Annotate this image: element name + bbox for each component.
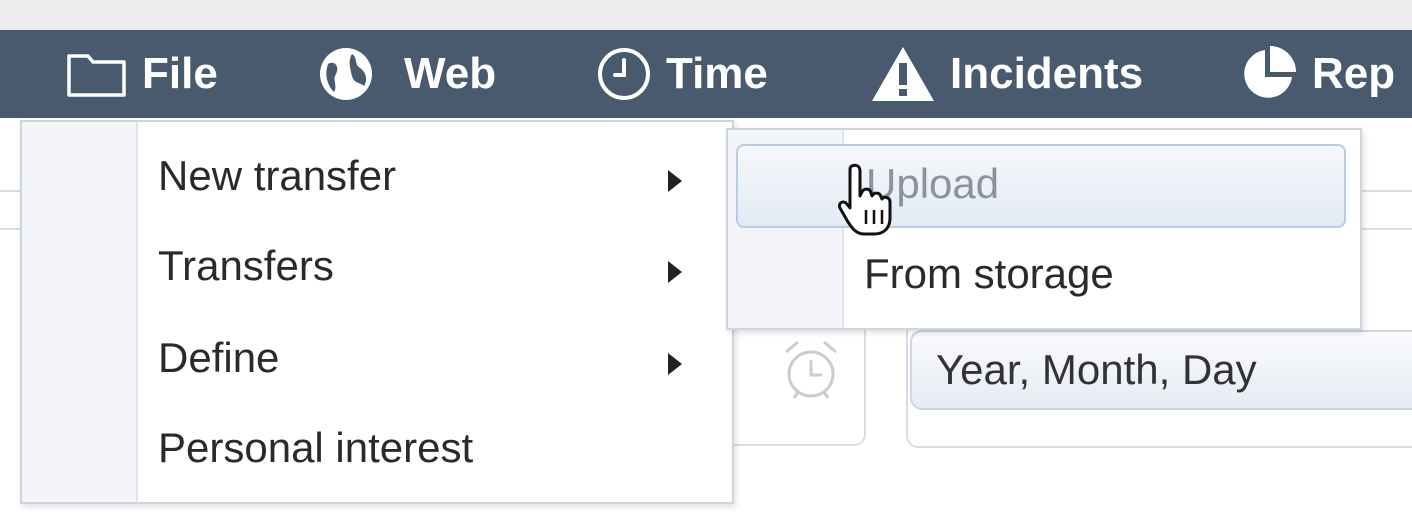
menu-web-label: Web [404,49,497,98]
submenu-arrow-icon [668,261,682,283]
menu-item-label: Transfers [158,242,334,289]
pie-chart-icon [1244,46,1296,98]
file-dropdown-menu: New transfer Transfers Define Personal i… [20,120,734,504]
globe-icon [320,48,372,100]
menu-time-label: Time [666,49,768,98]
menu-item-new-transfer[interactable]: New transfer [158,148,396,204]
submenu-arrow-icon [668,170,682,192]
menu-item-label: Define [158,334,280,381]
menu-item-label: From storage [864,250,1114,297]
menu-incidents-label: Incidents [950,49,1144,98]
menu-reports[interactable]: Rep [1238,30,1395,118]
main-menubar: File Web Time Incidents Rep [0,30,1412,118]
hand-cursor-icon [838,163,892,236]
menu-item-transfers[interactable]: Transfers [158,238,334,294]
menu-icon-gutter [22,122,138,502]
date-format-value: Year, Month, Day [936,346,1257,393]
submenu-arrow-icon [668,353,682,375]
menu-web[interactable]: Web [318,30,496,118]
menu-item-label: Personal interest [158,424,474,471]
menu-file[interactable]: File [66,30,218,118]
window-top-strip [0,0,1412,30]
folder-icon [67,54,126,97]
date-format-select[interactable]: Year, Month, Day [910,330,1412,410]
new-transfer-submenu: Upload From storage [726,128,1362,330]
menu-incidents[interactable]: Incidents [870,30,1143,118]
warning-icon [872,47,934,101]
menu-file-label: File [142,49,218,98]
menu-item-define[interactable]: Define [158,330,279,386]
clock-icon [598,48,650,100]
menu-item-personal-interest[interactable]: Personal interest [158,420,473,476]
menu-hover-highlight [736,144,1346,228]
menu-item-from-storage[interactable]: From storage [864,246,1114,302]
menu-time[interactable]: Time [596,30,768,118]
alarm-clock-icon [785,340,837,399]
menu-reports-label: Rep [1312,49,1396,98]
menu-item-label: New transfer [158,152,397,199]
